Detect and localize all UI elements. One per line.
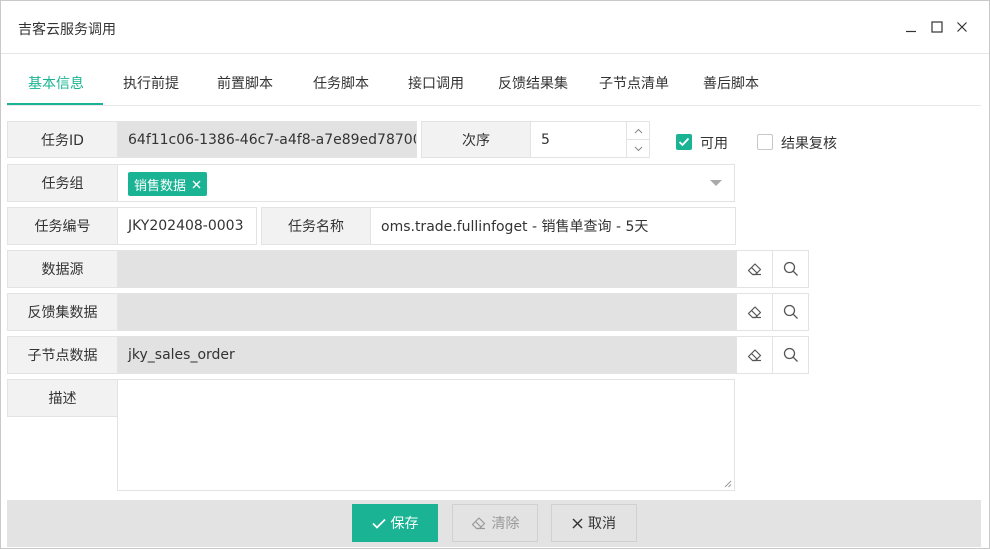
tab-child-nodes[interactable]: 子节点清单 (599, 63, 669, 105)
feedback-field (117, 293, 736, 331)
clear-button[interactable]: 清除 (452, 504, 538, 542)
close-icon (572, 518, 583, 529)
child-node-field: jky_sales_order (117, 336, 736, 374)
tab-pre-script[interactable]: 前置脚本 (217, 63, 273, 105)
task-name-input[interactable]: oms.trade.fullinfoget - 销售单查询 - 5天 (370, 207, 736, 245)
description-label: 描述 (7, 379, 118, 417)
tag-remove-icon[interactable] (192, 180, 201, 189)
tab-bar: 基本信息 执行前提 前置脚本 任务脚本 接口调用 反馈结果集 子节点清单 善后脚… (7, 63, 981, 106)
enabled-checkbox[interactable] (676, 134, 692, 150)
search-icon (783, 347, 798, 362)
order-stepper (626, 121, 650, 158)
task-group-select[interactable] (117, 164, 735, 202)
eraser-icon (747, 349, 761, 362)
eraser-icon (471, 516, 487, 530)
datasource-field (117, 250, 736, 288)
task-group-tag: 销售数据 (128, 172, 208, 196)
stepper-up-icon[interactable] (627, 122, 649, 140)
cancel-button-label: 取消 (588, 516, 616, 532)
tab-cleanup-script[interactable]: 善后脚本 (703, 63, 759, 105)
task-name-label: 任务名称 (261, 207, 371, 245)
maximize-icon[interactable] (926, 16, 948, 38)
save-button-label: 保存 (390, 516, 419, 532)
task-group-tag-label: 销售数据 (134, 178, 187, 194)
task-group-label: 任务组 (7, 164, 118, 202)
task-code-label: 任务编号 (7, 207, 118, 245)
check-icon (371, 518, 386, 529)
tab-feedback-results[interactable]: 反馈结果集 (498, 63, 568, 105)
feedback-search-button[interactable] (772, 293, 809, 331)
active-tab-indicator (7, 103, 103, 105)
caret-down-icon[interactable] (710, 180, 722, 186)
child-node-clear-button[interactable] (736, 336, 773, 374)
dialog-window: 吉客云服务调用 基本信息 执行前提 前置脚本 任务脚本 接口调用 反馈结果集 子… (0, 0, 990, 549)
task-id-label: 任务ID (7, 121, 118, 158)
child-node-search-button[interactable] (772, 336, 809, 374)
search-icon (783, 261, 798, 276)
window-title: 吉客云服务调用 (18, 22, 116, 38)
cancel-button[interactable]: 取消 (551, 504, 637, 542)
eraser-icon (747, 306, 761, 319)
description-textarea[interactable] (117, 379, 735, 491)
save-button[interactable]: 保存 (352, 504, 438, 542)
child-node-label: 子节点数据 (7, 336, 118, 374)
tab-task-script[interactable]: 任务脚本 (313, 63, 369, 105)
tab-preconditions[interactable]: 执行前提 (123, 63, 179, 105)
tab-api-call[interactable]: 接口调用 (408, 63, 464, 105)
eraser-icon (747, 263, 761, 276)
task-code-input[interactable]: JKY202408-0003 (117, 207, 257, 245)
datasource-label: 数据源 (7, 250, 118, 288)
search-icon (783, 304, 798, 319)
stepper-down-icon[interactable] (627, 140, 649, 158)
check-icon (678, 137, 690, 147)
order-label: 次序 (421, 121, 531, 158)
order-input[interactable]: 5 (530, 121, 627, 158)
task-id-field: 64f11c06-1386-46c7-a4f8-a7e89ed78700 (117, 121, 417, 158)
feedback-clear-button[interactable] (736, 293, 773, 331)
review-checkbox[interactable] (757, 134, 773, 150)
datasource-clear-button[interactable] (736, 250, 773, 288)
clear-button-label: 清除 (491, 516, 520, 532)
title-bar: 吉客云服务调用 (1, 1, 989, 54)
minimize-icon[interactable] (900, 16, 922, 38)
close-icon[interactable] (951, 16, 973, 38)
resize-grip-icon[interactable] (724, 480, 732, 488)
tab-basic-info[interactable]: 基本信息 (28, 63, 84, 105)
datasource-search-button[interactable] (772, 250, 809, 288)
review-label: 结果复核 (781, 136, 837, 152)
enabled-label: 可用 (700, 136, 728, 152)
feedback-label: 反馈集数据 (7, 293, 118, 331)
